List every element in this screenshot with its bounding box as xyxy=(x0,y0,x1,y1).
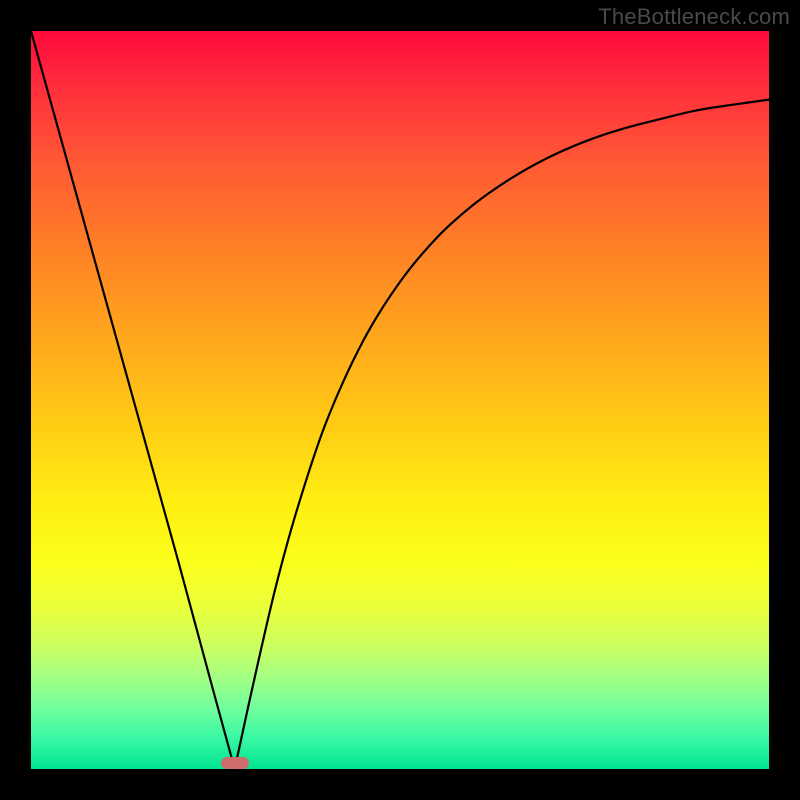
bottleneck-curve xyxy=(31,31,769,769)
plot-area xyxy=(31,31,769,769)
watermark-label: TheBottleneck.com xyxy=(598,4,790,30)
optimum-marker xyxy=(221,757,249,769)
chart-frame: TheBottleneck.com xyxy=(0,0,800,800)
